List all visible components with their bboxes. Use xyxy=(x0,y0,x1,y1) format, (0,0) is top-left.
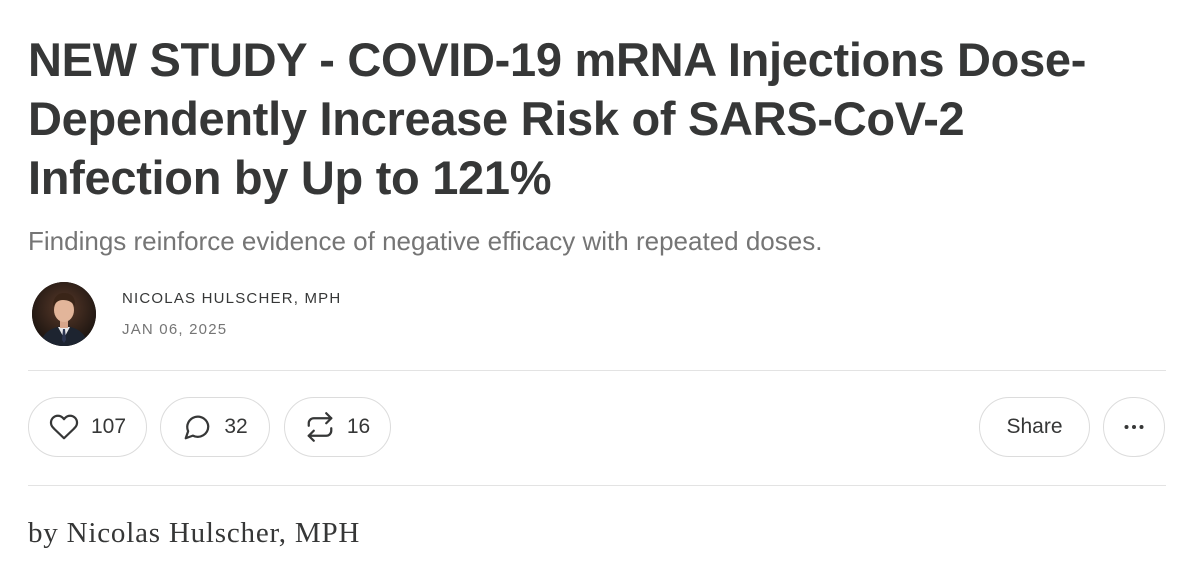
comment-bubble-icon xyxy=(182,412,212,442)
like-count: 107 xyxy=(90,415,127,438)
comment-button[interactable]: 32 xyxy=(160,397,270,457)
divider-top xyxy=(28,370,1166,371)
divider-bottom xyxy=(28,485,1166,486)
post-date: JAN 06, 2025 xyxy=(122,320,228,338)
post-title: NEW STUDY - COVID-19 mRNA Injections Dos… xyxy=(28,33,1087,204)
restack-count: 16 xyxy=(346,415,371,438)
author-avatar-image xyxy=(32,282,96,346)
more-options-button[interactable] xyxy=(1103,397,1165,457)
comment-count: 32 xyxy=(224,415,248,438)
post-subtitle: Findings reinforce evidence of negative … xyxy=(28,226,823,256)
restack-button[interactable]: 16 xyxy=(284,397,391,457)
like-button[interactable]: 107 xyxy=(28,397,147,457)
author-name-link[interactable]: NICOLAS HULSCHER, MPH xyxy=(122,289,341,309)
author-avatar[interactable] xyxy=(32,282,96,346)
restack-arrows-icon xyxy=(305,412,335,442)
ellipsis-icon xyxy=(1119,412,1149,442)
post-action-bar: 107 32 16 Share xyxy=(28,397,1166,459)
post-header: NEW STUDY - COVID-19 mRNA Injections Dos… xyxy=(28,30,1168,207)
byline-text: NICOLAS HULSCHER, MPH JAN 06, 2025 xyxy=(122,289,341,340)
heart-icon xyxy=(49,412,79,442)
article-body-byline: by Nicolas Hulscher, MPH xyxy=(28,517,361,549)
share-button[interactable]: Share xyxy=(979,397,1090,457)
author-byline: NICOLAS HULSCHER, MPH JAN 06, 2025 xyxy=(32,282,341,346)
share-label: Share xyxy=(1006,415,1063,438)
